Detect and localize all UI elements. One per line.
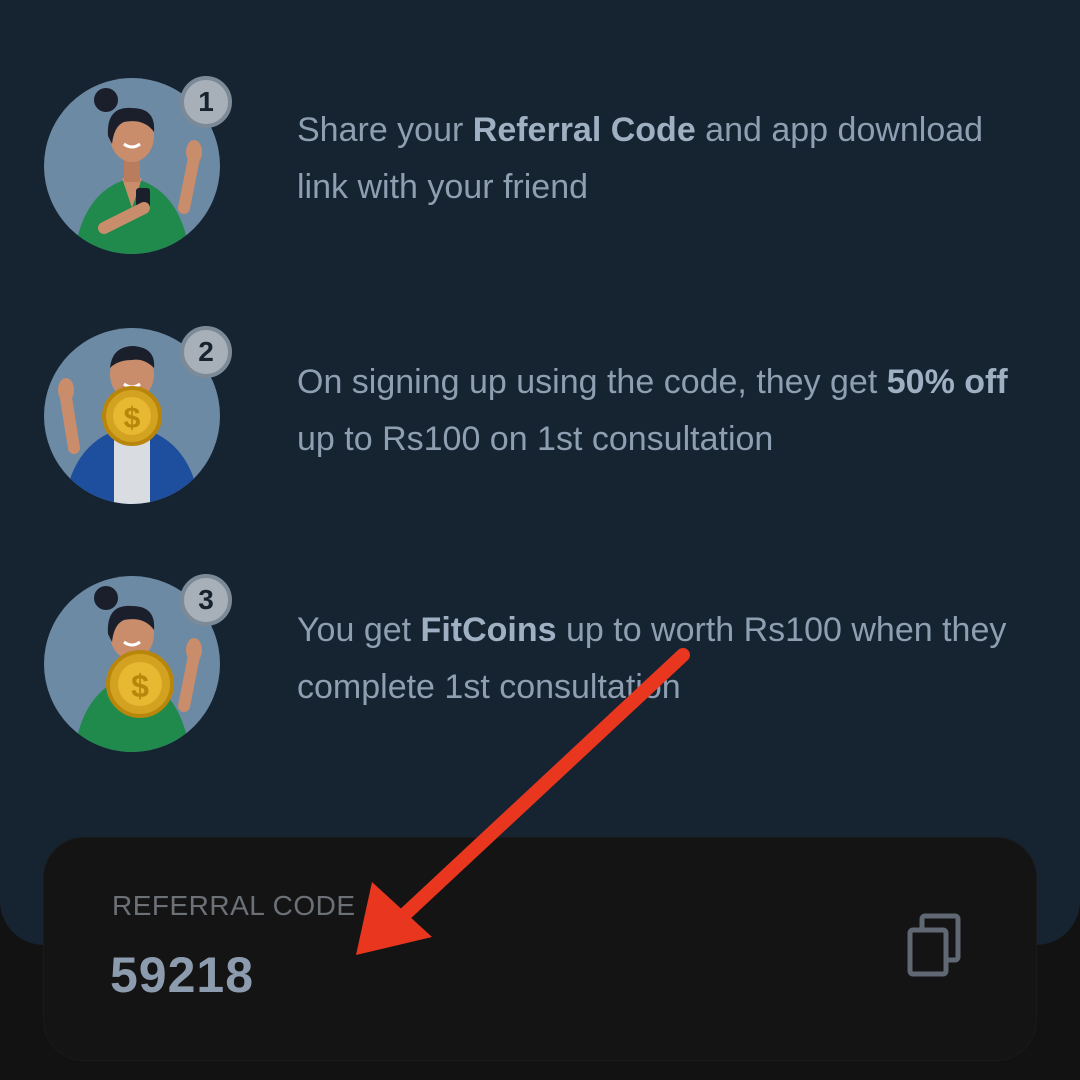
step-number-badge: 1 [180, 76, 232, 128]
step-number-badge: 2 [180, 326, 232, 378]
step-3: $ 3 You get FitCoins up to worth Rs100 w… [0, 574, 1080, 766]
step-1: 1 Share your Referral Code and app downl… [0, 76, 1080, 268]
how-it-works-panel: 1 Share your Referral Code and app downl… [0, 0, 1080, 945]
step-number-badge: 3 [180, 574, 232, 626]
step-2: $ 2 On signing up using the code, they g… [0, 326, 1080, 518]
referral-code-value[interactable]: 59218 [110, 946, 254, 1004]
referral-code-label: REFERRAL CODE [112, 890, 356, 921]
referral-code-card: REFERRAL CODE 59218 [44, 838, 1036, 1060]
referral-screen: 1 Share your Referral Code and app downl… [0, 0, 1080, 1080]
svg-text:$: $ [131, 668, 149, 704]
copy-icon [907, 913, 961, 977]
svg-text:$: $ [124, 402, 141, 435]
copy-button[interactable] [902, 910, 966, 982]
step-description: You get FitCoins up to worth Rs100 when … [297, 611, 1007, 706]
step-description: Share your Referral Code and app downloa… [297, 111, 984, 206]
step-description: On signing up using the code, they get 5… [297, 363, 1008, 458]
